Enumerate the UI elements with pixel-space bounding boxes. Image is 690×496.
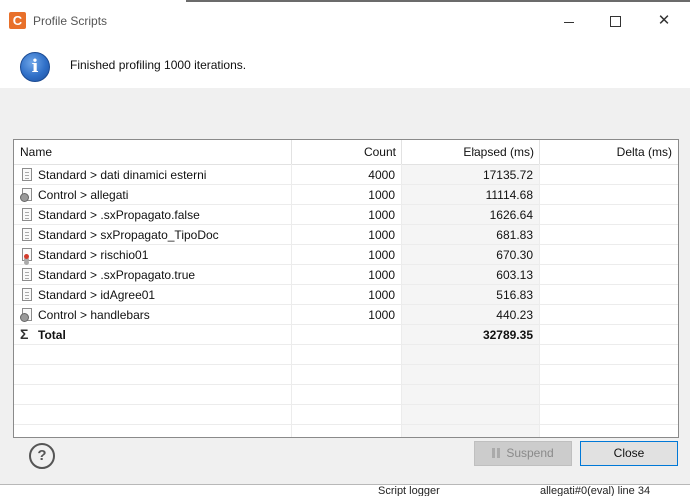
background-app-edge: [186, 0, 690, 2]
row-name: Standard > .sxPropagato.false: [38, 208, 200, 222]
total-count: [291, 325, 401, 345]
title-bar[interactable]: C Profile Scripts ✕: [0, 6, 690, 36]
background-text-right: allegati#0(eval) line 34: [540, 486, 651, 496]
row-name: Control > allegati: [38, 188, 129, 202]
row-delta: [539, 165, 678, 185]
info-icon: i: [20, 52, 50, 82]
table-header: Name Count ⌄ Elapsed (ms) Delta (ms): [14, 140, 678, 165]
table-body: Standard > dati dinamici esterni 4000 17…: [14, 165, 678, 437]
app-icon: C: [9, 12, 26, 29]
row-elapsed: 440.23: [496, 308, 533, 322]
row-delta: [539, 185, 678, 205]
table-row[interactable]: Control > allegati 1000 11114.68: [14, 185, 678, 205]
row-delta: [539, 225, 678, 245]
row-elapsed: 17135.72: [482, 168, 533, 182]
row-count: 1000: [368, 188, 395, 202]
suspend-button[interactable]: Suspend: [474, 441, 572, 466]
column-header-elapsed[interactable]: ⌄ Elapsed (ms): [401, 140, 539, 164]
empty-row: [14, 365, 678, 385]
row-delta: [539, 205, 678, 225]
background-text-left: Script logger: [378, 486, 440, 496]
row-delta: [539, 265, 678, 285]
profile-results-table[interactable]: Name Count ⌄ Elapsed (ms) Delta (ms) Sta…: [13, 139, 679, 438]
row-count: 1000: [368, 288, 395, 302]
window-title: Profile Scripts: [33, 14, 108, 28]
row-count: 1000: [368, 208, 395, 222]
row-name: Standard > .sxPropagato.true: [38, 268, 196, 282]
row-elapsed: 681.83: [496, 228, 533, 242]
pause-icon: [492, 448, 501, 458]
row-elapsed: 11114.68: [485, 188, 533, 202]
suspend-button-label: Suspend: [506, 446, 554, 460]
empty-row: [14, 345, 678, 365]
sort-descending-icon: ⌄: [470, 144, 477, 153]
row-delta: [539, 305, 678, 325]
help-icon[interactable]: ?: [29, 443, 55, 469]
message-area: i Finished profiling 1000 iterations.: [0, 36, 690, 88]
column-header-delta[interactable]: Delta (ms): [539, 140, 678, 164]
column-header-count[interactable]: Count: [291, 140, 401, 164]
row-name: Standard > idAgree01: [38, 288, 156, 302]
row-count: 4000: [368, 168, 395, 182]
empty-row: [14, 425, 678, 437]
table-row-total[interactable]: Σ Total 32789.35: [14, 325, 678, 345]
row-elapsed: 670.30: [496, 248, 533, 262]
close-icon[interactable]: ✕: [649, 11, 679, 31]
maximize-icon[interactable]: [600, 11, 630, 31]
table-row[interactable]: Standard > rischio01 1000 670.30: [14, 245, 678, 265]
total-elapsed: 32789.35: [482, 328, 533, 342]
row-delta: [539, 245, 678, 265]
row-name: Standard > sxPropagato_TipoDoc: [38, 228, 219, 242]
total-label: Total: [38, 328, 66, 342]
empty-row: [14, 385, 678, 405]
table-row[interactable]: Control > handlebars 1000 440.23: [14, 305, 678, 325]
status-message: Finished profiling 1000 iterations.: [70, 58, 247, 72]
table-row[interactable]: Standard > idAgree01 1000 516.83: [14, 285, 678, 305]
column-header-name[interactable]: Name: [14, 140, 291, 164]
row-name: Standard > rischio01: [38, 248, 149, 262]
row-count: 1000: [368, 268, 395, 282]
minimize-icon[interactable]: [554, 11, 584, 31]
row-elapsed: 603.13: [496, 268, 533, 282]
row-name: Control > handlebars: [38, 308, 150, 322]
table-row[interactable]: Standard > .sxPropagato.false 1000 1626.…: [14, 205, 678, 225]
background-app-statusbar: Script logger allegati#0(eval) line 34: [0, 486, 690, 496]
close-button[interactable]: Close: [580, 441, 678, 466]
row-count: 1000: [368, 308, 395, 322]
row-elapsed: 516.83: [496, 288, 533, 302]
row-count: 1000: [368, 228, 395, 242]
table-row[interactable]: Standard > dati dinamici esterni 4000 17…: [14, 165, 678, 185]
table-row[interactable]: Standard > sxPropagato_TipoDoc 1000 681.…: [14, 225, 678, 245]
row-delta: [539, 285, 678, 305]
row-name: Standard > dati dinamici esterni: [38, 168, 207, 182]
row-count: 1000: [368, 248, 395, 262]
empty-row: [14, 405, 678, 425]
table-row[interactable]: Standard > .sxPropagato.true 1000 603.13: [14, 265, 678, 285]
row-elapsed: 1626.64: [489, 208, 533, 222]
total-delta: [539, 325, 678, 345]
